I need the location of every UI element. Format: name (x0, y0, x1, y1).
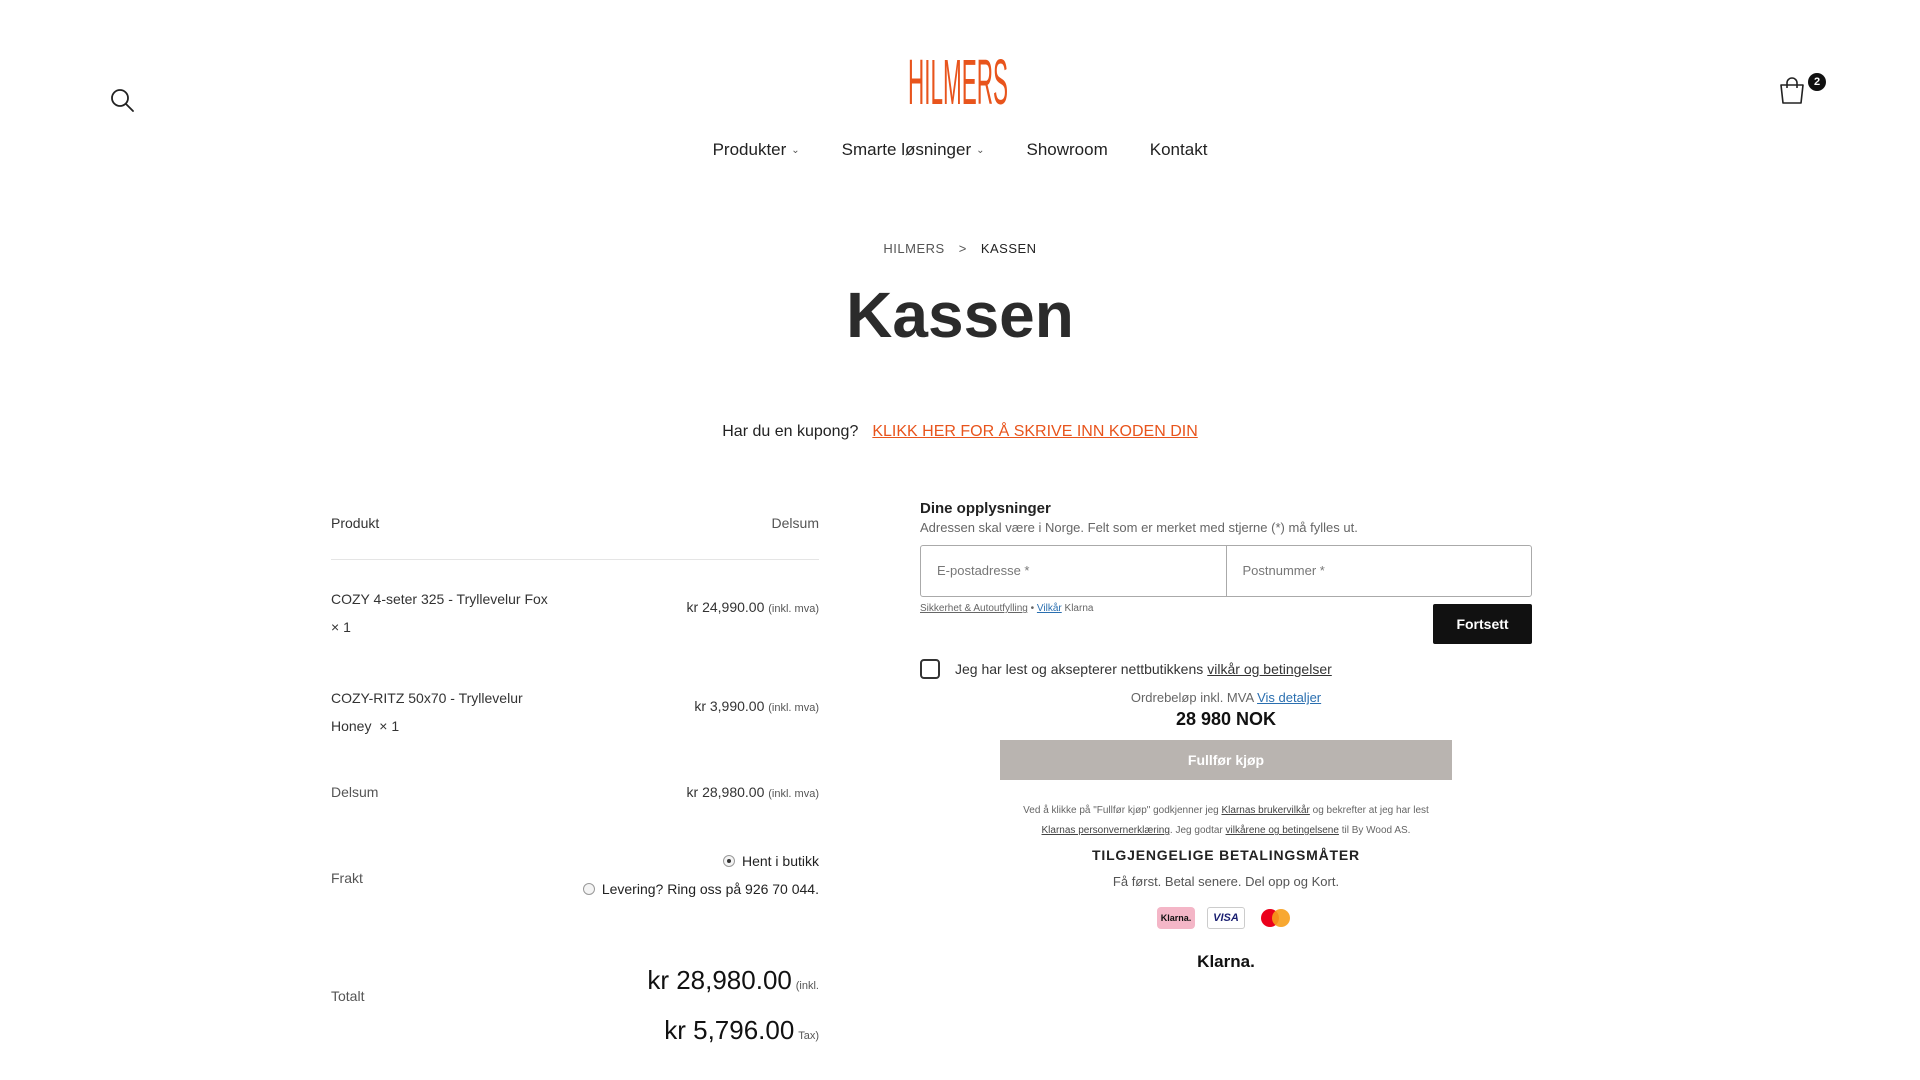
store-terms-link[interactable]: vilkårene og betingelsene (1226, 825, 1339, 836)
mastercard-icon (1257, 907, 1295, 929)
klarna-brand-text: Klarna (1064, 603, 1094, 614)
subtotal-value: kr 28,980.00 (inkl. mva) (686, 784, 819, 800)
link-bullet: • (1030, 603, 1035, 614)
subtotal-label: Delsum (331, 784, 379, 800)
tax-note: (inkl. mva) (768, 702, 819, 714)
radio-selected[interactable] (722, 855, 735, 867)
cart-item-price: kr 3,990.00 (inkl. mva) (694, 698, 819, 714)
total-amount: kr 28,980.00 (inkl. (647, 965, 819, 995)
nav-showroom[interactable]: Showroom (1027, 140, 1108, 160)
cart-item: COZY-RITZ 50x70 - Tryllevelur Honey × 1 … (331, 684, 819, 740)
breadcrumb-separator: > (958, 241, 967, 256)
tax-amount: kr 5,796.00 Tax) (664, 1015, 819, 1045)
continue-button[interactable]: Fortsett (1433, 604, 1532, 644)
tax-note: (inkl. mva) (768, 603, 819, 615)
nav-smarte-losninger[interactable]: Smarte løsninger ⌄ (842, 140, 985, 160)
contact-fields: E-postadresse * Postnummer * (920, 545, 1532, 597)
tax-note: (inkl. mva) (768, 788, 819, 800)
terms-row: Jeg har lest og aksepterer nettbutikkens… (920, 659, 1332, 679)
total-values: kr 28,980.00 (inkl. kr 5,796.00 Tax) (647, 958, 819, 1058)
nav-kontakt[interactable]: Kontakt (1150, 140, 1208, 160)
mastercard-orange-circle (1272, 909, 1290, 927)
details-link[interactable]: Vis detaljer (1257, 690, 1321, 705)
cart-item-name: COZY 4-seter 325 - Tryllevelur Fox × 1 (331, 591, 548, 635)
nav-produkter-label: Produkter (712, 140, 787, 159)
hilmers-logo[interactable]: HILMERS (908, 32, 1008, 112)
amount-label: Ordrebeløp inkl. MVA Vis detaljer (1130, 690, 1322, 705)
visa-icon: VISA (1207, 907, 1245, 929)
cart-count-badge: 2 (1808, 73, 1826, 91)
klarna-user-terms-link[interactable]: Klarnas brukervilkår (1221, 805, 1309, 816)
cart-item-qty: × 1 (331, 619, 351, 635)
cart-item-name: COZY-RITZ 50x70 - Tryllevelur Honey × 1 (331, 690, 523, 734)
subtotal-row: Delsum kr 28,980.00 (inkl. mva) (331, 784, 819, 800)
breadcrumb-home[interactable]: HILMERS (883, 241, 944, 256)
col-subtotal-header: Delsum (771, 515, 819, 531)
complete-purchase-button[interactable]: Fullfør kjøp (1000, 740, 1452, 780)
coupon-question: Har du en kupong? (722, 423, 859, 440)
klarna-logo: Klarna. (1197, 952, 1255, 971)
email-field[interactable]: E-postadresse * (921, 546, 1226, 596)
order-amount: 28 980 NOK (1175, 709, 1277, 729)
coupon-link[interactable]: KLIKK HER FOR Å SKRIVE INN KODEN DIN (872, 423, 1197, 440)
panel-heading: Dine opplysninger (920, 500, 1051, 517)
postcode-field[interactable]: Postnummer * (1225, 546, 1532, 596)
security-link[interactable]: Sikkerhet & Autoutfylling (920, 603, 1028, 614)
coupon-notice: Har du en kupong? KLIKK HER FOR Å SKRIVE … (0, 423, 1920, 441)
shipping-option-delivery[interactable]: Levering? Ring oss på 926 70 044. (582, 881, 819, 897)
payments-title: TILGJENGELIGE BETALINGSMÅTER (1092, 847, 1360, 863)
klarna-links: Sikkerhet & Autoutfylling • Vilkår Klarn… (920, 603, 1093, 614)
terms-checkbox[interactable] (920, 659, 940, 679)
nav-smarte-losninger-label: Smarte løsninger (841, 140, 972, 159)
payments-subtitle: Få først. Betal senere. Del opp og Kort. (1112, 874, 1340, 889)
panel-subheading: Adressen skal være i Norge. Felt som er … (920, 520, 1358, 535)
divider (331, 559, 819, 560)
total-note: (inkl. (795, 980, 819, 992)
legal-text: Ved å klikke på "Fullfør kjøp" godkjenne… (1023, 805, 1429, 836)
shipping-option-pickup[interactable]: Hent i butikk (583, 853, 819, 869)
nav-showroom-label: Showroom (1026, 140, 1108, 159)
shipping-options: Hent i butikk Levering? Ring oss på 926 … (582, 853, 819, 897)
col-product-header: Produkt (331, 515, 380, 531)
nav-produkter[interactable]: Produkter ⌄ (713, 140, 800, 160)
tax-label: Tax) (798, 1030, 819, 1042)
chevron-down-icon: ⌄ (976, 144, 985, 156)
breadcrumb-current: KASSEN (980, 241, 1037, 256)
cart-icon[interactable] (1775, 76, 1811, 106)
payment-icons: Klarna. VISA (920, 907, 1532, 929)
terms-conditions-link[interactable]: vilkår og betingelser (1207, 661, 1332, 677)
total-label: Totalt (331, 988, 365, 1004)
radio-unselected[interactable] (582, 883, 595, 895)
search-icon[interactable] (109, 87, 135, 113)
breadcrumb: HILMERS > KASSEN (0, 241, 1920, 256)
logo-text: HILMERS (908, 46, 1008, 112)
terms-link[interactable]: Vilkår (1037, 603, 1062, 614)
chevron-down-icon: ⌄ (791, 144, 800, 156)
nav-kontakt-label: Kontakt (1149, 140, 1208, 159)
klarna-privacy-link[interactable]: Klarnas personvernerklæring (1042, 825, 1170, 836)
terms-text: Jeg har lest og aksepterer nettbutikkens (955, 661, 1204, 677)
main-nav: Produkter ⌄ Smarte løsninger ⌄ Showroom … (0, 140, 1920, 160)
cart-item: COZY 4-seter 325 - Tryllevelur Fox × 1 k… (331, 585, 819, 641)
page-title: Kassen (846, 279, 1074, 351)
klarna-checkout: Dine opplysninger Adressen skal være i N… (920, 500, 1532, 971)
klarna-icon: Klarna. (1157, 907, 1195, 929)
shipping-label: Frakt (331, 870, 363, 886)
cart-item-qty: × 1 (379, 718, 400, 734)
cart-item-price: kr 24,990.00 (inkl. mva) (686, 599, 819, 615)
order-header: Produkt Delsum (331, 515, 819, 531)
